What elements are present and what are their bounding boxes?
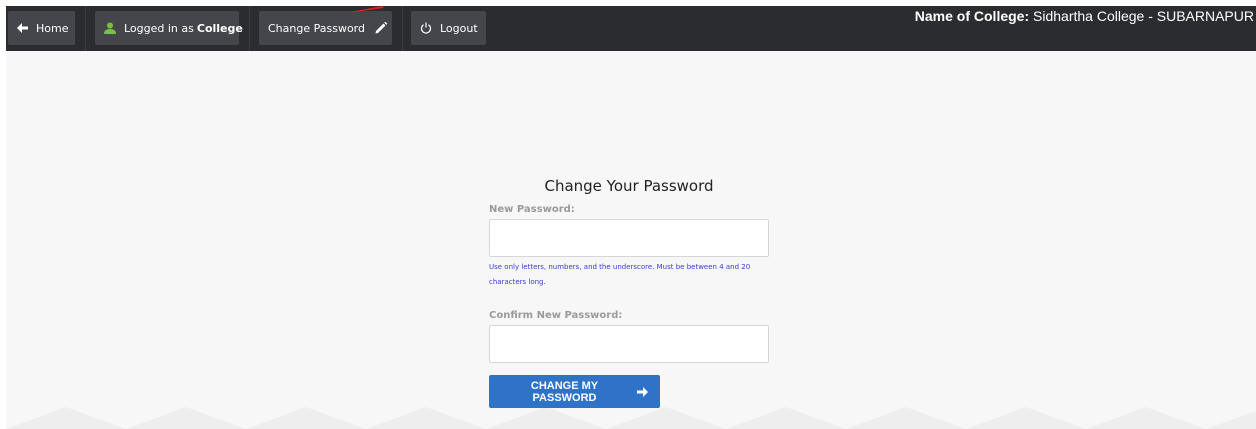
- home-label: Home: [36, 21, 69, 35]
- submit-label: CHANGE MY PASSWORD: [530, 379, 599, 404]
- logout-label: Logout: [440, 21, 478, 35]
- arrow-left-icon: [17, 23, 28, 33]
- new-password-label: New Password:: [489, 204, 575, 215]
- change-password-form: Change Your Password New Password: Use o…: [489, 177, 789, 408]
- password-hint: Use only letters, numbers, and the under…: [489, 263, 751, 286]
- college-name-value: Sidhartha College - SUBARNAPUR: [1033, 8, 1254, 24]
- confirm-password-input[interactable]: [489, 325, 769, 363]
- app-frame: Home Logged in as College Change Passwor…: [6, 6, 1256, 429]
- logged-in-prefix: Logged in as: [124, 21, 194, 35]
- arrow-right-icon: [637, 386, 648, 397]
- change-password-label: Change Password: [268, 21, 365, 35]
- user-icon: [104, 22, 116, 34]
- confirm-password-label: Confirm New Password:: [489, 310, 623, 321]
- nav-divider: [85, 6, 86, 51]
- pointer-arrow-icon: [350, 6, 384, 12]
- power-icon: [420, 22, 432, 34]
- college-name: Name of College: Sidhartha College - SUB…: [915, 8, 1254, 24]
- pencil-icon: [374, 21, 388, 35]
- college-name-label: Name of College:: [914, 8, 1030, 24]
- logout-button[interactable]: Logout: [411, 11, 486, 45]
- new-password-input[interactable]: [489, 219, 769, 257]
- logged-in-button[interactable]: Logged in as College: [95, 11, 243, 45]
- nav-divider: [402, 6, 403, 51]
- change-my-password-button[interactable]: CHANGE MY PASSWORD: [489, 375, 660, 408]
- home-button[interactable]: Home: [8, 11, 75, 45]
- nav-divider: [249, 6, 250, 51]
- form-title: Change Your Password: [544, 177, 714, 195]
- top-navbar: Home Logged in as College Change Passwor…: [6, 6, 1256, 51]
- change-password-button[interactable]: Change Password: [259, 11, 392, 45]
- logged-in-role: College: [196, 21, 243, 35]
